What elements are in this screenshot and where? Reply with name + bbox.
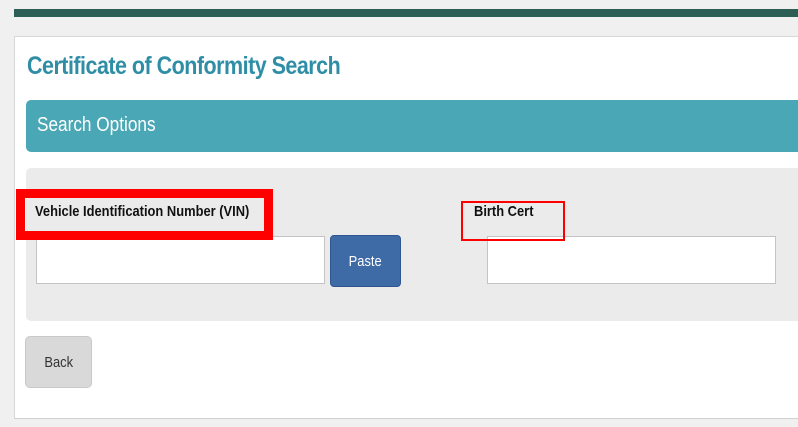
back-button[interactable]: Back [25, 336, 92, 388]
top-accent-bar [14, 9, 798, 17]
birth-cert-input[interactable] [487, 236, 776, 284]
vin-label-highlight-box [16, 189, 273, 240]
page-title: Certificate of Conformity Search [27, 52, 341, 80]
search-options-header: Search Options [26, 100, 798, 152]
birth-cert-highlight-box [461, 201, 565, 241]
back-button-label: Back [44, 353, 73, 371]
vin-input[interactable] [36, 236, 325, 284]
paste-button[interactable]: Paste [330, 235, 401, 287]
search-options-header-label: Search Options [37, 114, 156, 136]
paste-button-label: Paste [348, 252, 382, 270]
